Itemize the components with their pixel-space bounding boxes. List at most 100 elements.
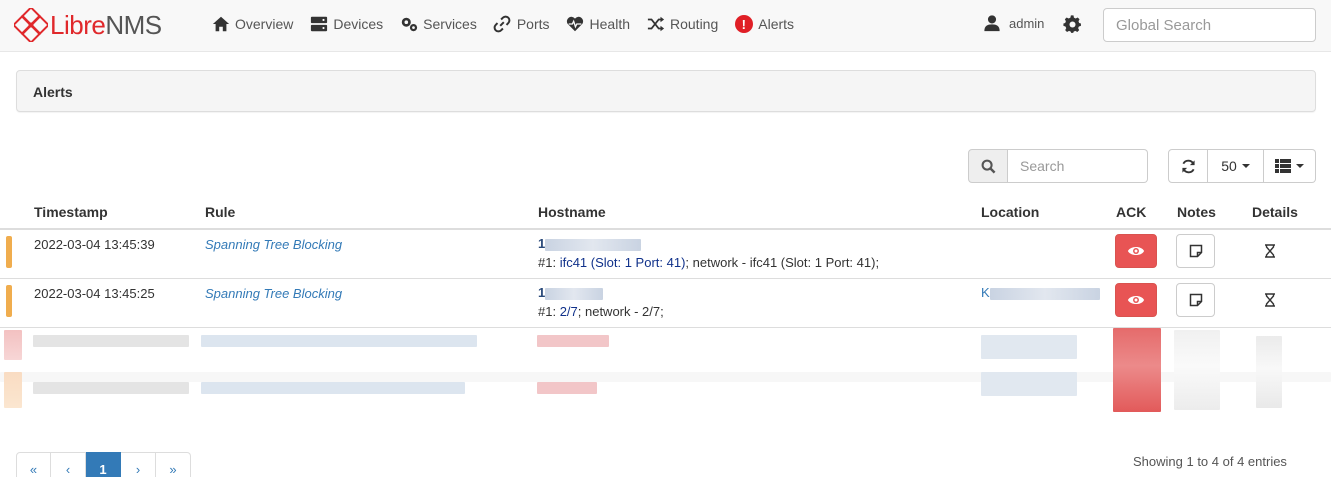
blurred-notes-buttons [1174, 330, 1220, 410]
cogs-icon [398, 14, 419, 34]
panel-title: Alerts [33, 84, 73, 100]
random-icon [645, 14, 666, 34]
timestamp: 2022-03-04 13:45:39 [34, 237, 155, 252]
last-page-button[interactable]: » [156, 452, 191, 477]
gear-icon [1063, 15, 1081, 33]
nav-services[interactable]: Services [398, 14, 477, 34]
settings-button[interactable] [1063, 15, 1083, 35]
blurred-severity [4, 330, 22, 360]
next-page-button[interactable]: › [121, 452, 156, 477]
refresh-button[interactable] [1168, 149, 1208, 183]
nav-overview-label: Overview [235, 16, 294, 32]
hostname[interactable]: 1 [538, 236, 642, 251]
th-list-icon [1275, 159, 1291, 173]
blurred-details-icons [1256, 336, 1282, 408]
severity-indicator [6, 236, 12, 268]
page-1-button[interactable]: 1 [86, 452, 121, 477]
navbar: LibreNMS Overview Devices Services Ports… [0, 0, 1331, 52]
nav-ports-label: Ports [516, 16, 550, 32]
columns-dropdown[interactable] [1264, 149, 1316, 183]
blurred-timestamp [33, 335, 189, 347]
hourglass-icon[interactable] [1264, 244, 1276, 258]
col-location[interactable]: Location [981, 204, 1039, 220]
sticky-note-icon [1189, 293, 1202, 307]
hostname[interactable]: 1 [538, 285, 604, 300]
severity-indicator [6, 285, 12, 317]
location-link[interactable]: K [981, 285, 1100, 300]
home-icon [210, 14, 231, 34]
rule-link[interactable]: Spanning Tree Blocking [205, 286, 342, 301]
alert-detail: #1: 2/7; network - 2/7; [538, 304, 664, 319]
caret-down-icon [1241, 164, 1250, 168]
rule-link[interactable]: Spanning Tree Blocking [205, 237, 342, 252]
server-icon [308, 14, 329, 34]
link-icon [492, 14, 513, 34]
eye-icon [1127, 246, 1145, 256]
col-rule[interactable]: Rule [205, 204, 235, 220]
blurred-location [981, 335, 1077, 359]
table-search [968, 149, 1148, 183]
nav-health-label: Health [589, 16, 630, 32]
caret-down-icon [1296, 164, 1304, 168]
nav-services-label: Services [423, 16, 477, 32]
eye-icon [1127, 295, 1145, 305]
entries-summary: Showing 1 to 4 of 4 entries [1133, 454, 1287, 469]
blurred-location [981, 372, 1077, 396]
ack-button[interactable] [1115, 283, 1157, 317]
notes-button[interactable] [1176, 283, 1215, 317]
nav-devices[interactable]: Devices [308, 14, 383, 34]
col-hostname[interactable]: Hostname [538, 204, 606, 220]
global-search-input[interactable] [1103, 8, 1316, 42]
blurred-hostname [537, 335, 609, 347]
nav-devices-label: Devices [333, 16, 384, 32]
nav-health[interactable]: Health [565, 14, 630, 34]
prev-page-button[interactable]: ‹ [51, 452, 86, 477]
refresh-icon [1181, 159, 1195, 173]
notes-button[interactable] [1176, 234, 1215, 268]
table-row: 2022-03-04 13:45:25 Spanning Tree Blocki… [0, 279, 1331, 328]
pagination: « ‹ 1 › » [16, 452, 191, 477]
heartbeat-icon [565, 14, 586, 34]
nav-overview[interactable]: Overview [210, 14, 293, 34]
first-page-button[interactable]: « [16, 452, 51, 477]
exclamation-circle-icon: ! [733, 14, 754, 34]
brand-logo[interactable]: LibreNMS [14, 8, 162, 42]
hourglass-icon[interactable] [1264, 293, 1276, 307]
col-timestamp[interactable]: Timestamp [34, 204, 108, 220]
search-addon [968, 149, 1008, 183]
timestamp: 2022-03-04 13:45:25 [34, 286, 155, 301]
nav-alerts-label: Alerts [758, 16, 795, 32]
port-link[interactable]: 2/7 [560, 304, 578, 319]
nav-routing[interactable]: Routing [645, 14, 718, 34]
librenms-logo-icon [14, 8, 48, 42]
main-nav: Overview Devices Services Ports Health R… [210, 14, 809, 34]
page-size-dropdown[interactable]: 50 [1208, 149, 1264, 183]
user-icon [984, 15, 1000, 32]
port-link[interactable]: ifc41 (Slot: 1 Port: 41) [560, 255, 686, 270]
blurred-ack-buttons [1113, 328, 1161, 412]
alert-detail: #1: ifc41 (Slot: 1 Port: 41); network - … [538, 255, 880, 270]
ack-button[interactable] [1115, 234, 1157, 268]
blurred-rule [201, 382, 465, 394]
redacted-location [989, 287, 1100, 300]
nav-alerts[interactable]: ! Alerts [733, 14, 794, 34]
redacted-hostname [545, 238, 642, 251]
redacted-hostname [545, 287, 604, 300]
nav-routing-label: Routing [670, 16, 719, 32]
nav-ports[interactable]: Ports [492, 14, 550, 34]
col-details[interactable]: Details [1252, 204, 1298, 220]
col-ack[interactable]: ACK [1116, 204, 1146, 220]
blurred-hostname [537, 382, 597, 394]
blurred-rule [201, 335, 477, 347]
table-row: 2022-03-04 13:45:39 Spanning Tree Blocki… [0, 230, 1331, 279]
blurred-timestamp [33, 382, 189, 394]
sticky-note-icon [1189, 244, 1202, 258]
blurred-severity [4, 372, 22, 408]
table-actions: 50 [1168, 149, 1316, 183]
alerts-panel-heading: Alerts [16, 70, 1316, 112]
brand-name: LibreNMS [50, 10, 162, 40]
col-notes[interactable]: Notes [1177, 204, 1216, 220]
user-menu[interactable]: admin [983, 14, 1044, 32]
page-size-value: 50 [1221, 158, 1237, 174]
table-search-input[interactable] [1008, 149, 1148, 183]
